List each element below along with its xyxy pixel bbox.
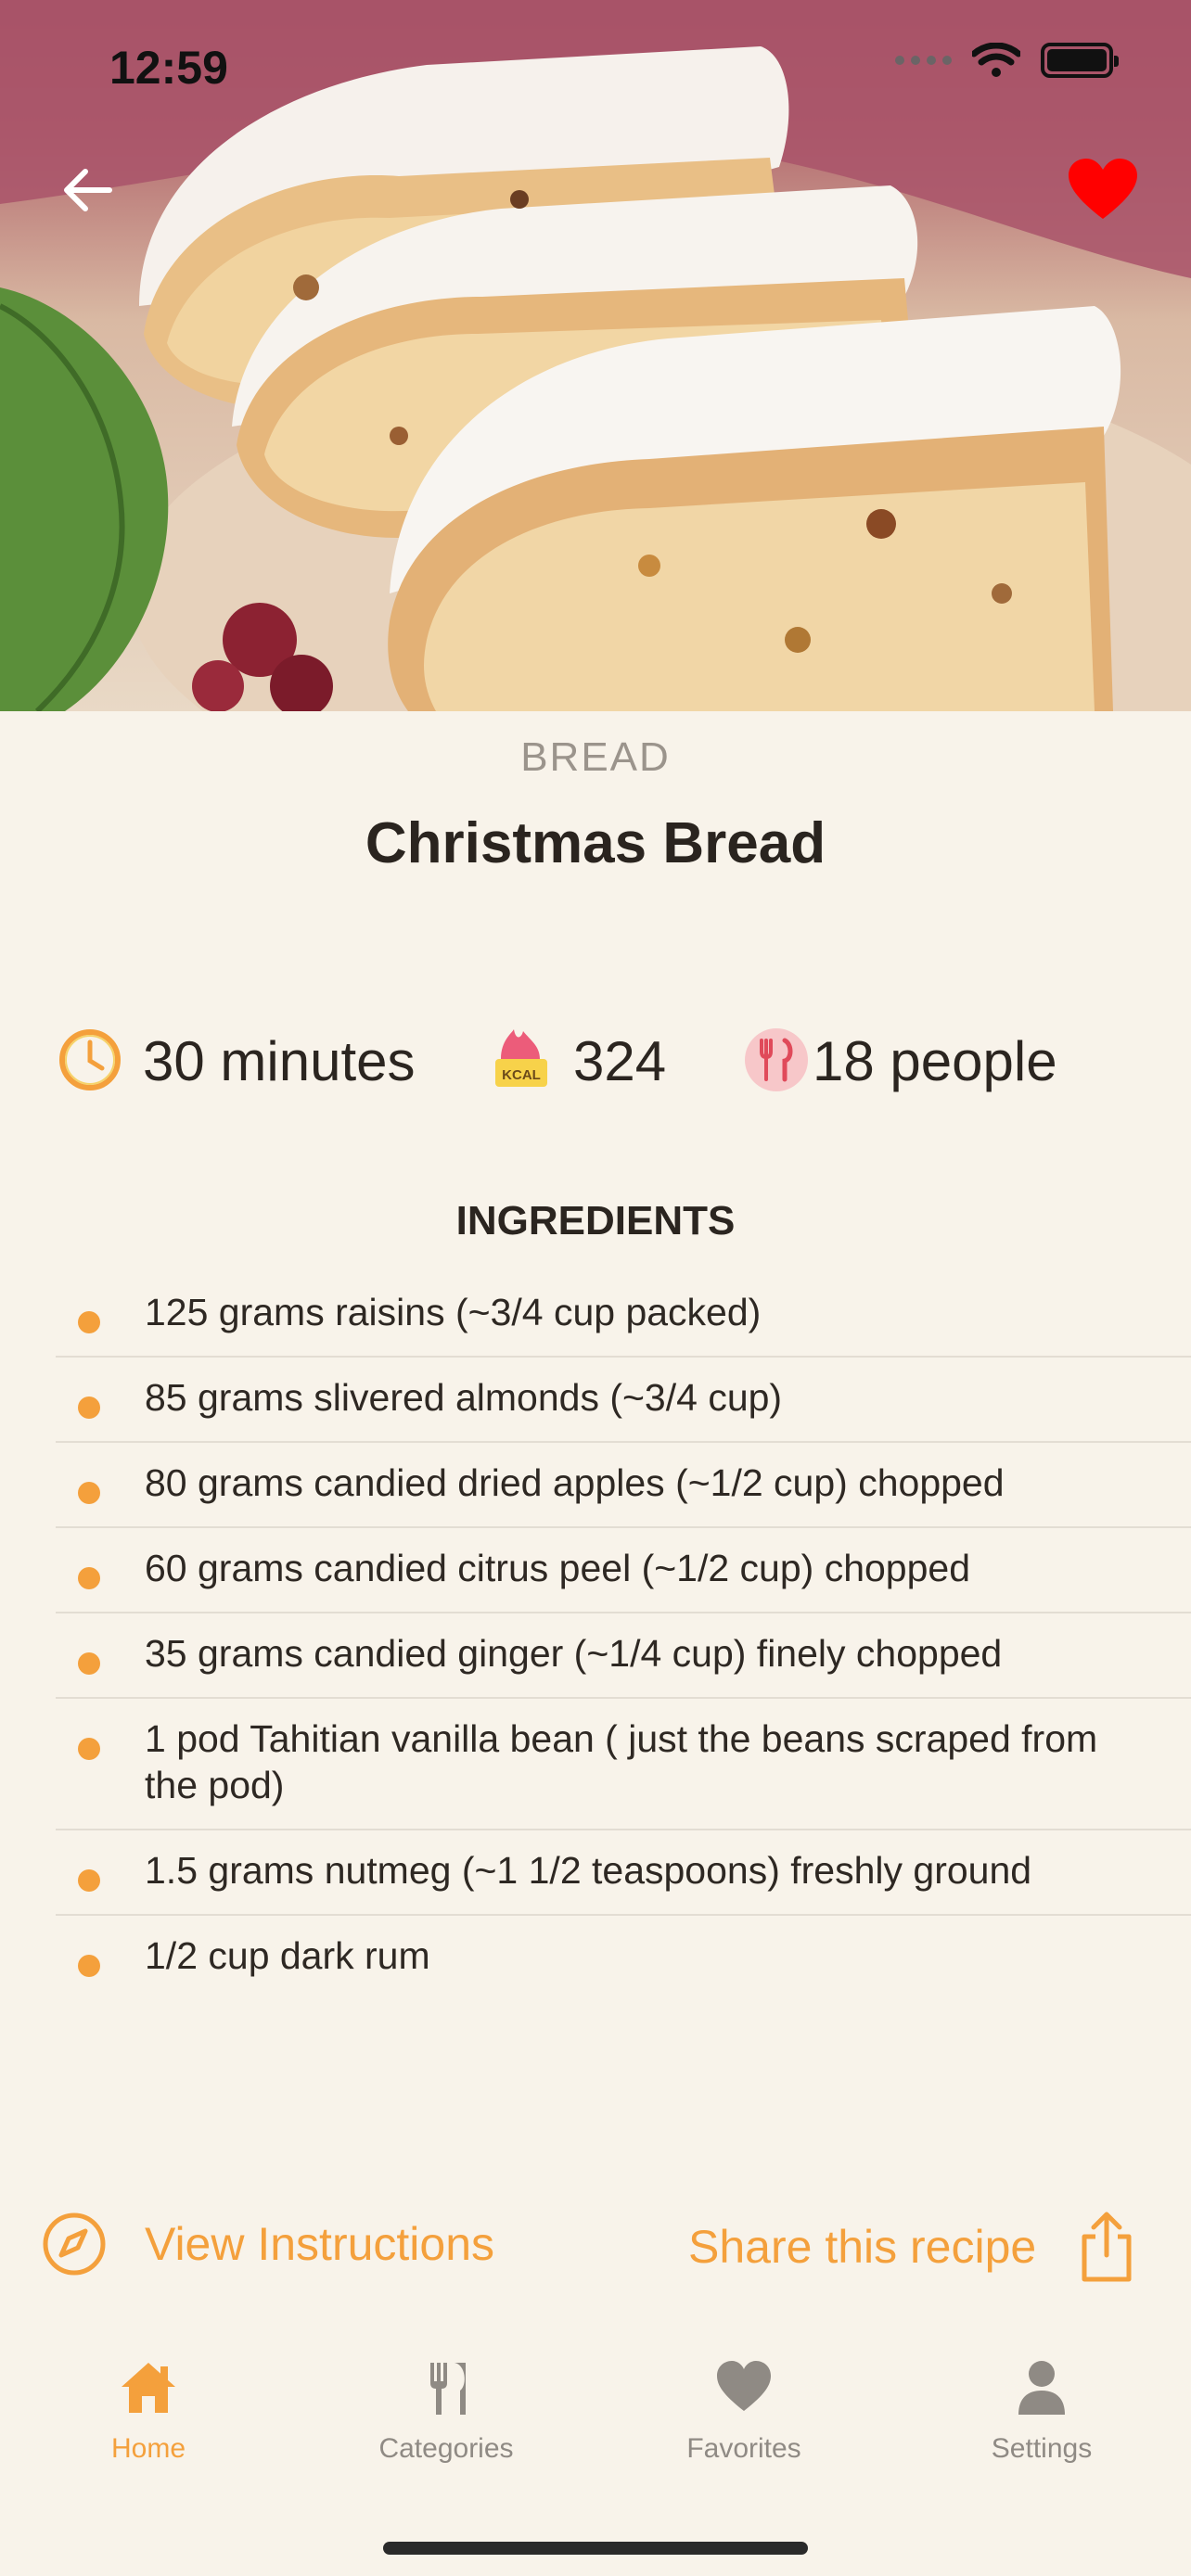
ingredient-item: 1/2 cup dark rum: [56, 1916, 1191, 1999]
kcal-badge-label: KCAL: [502, 1067, 541, 1083]
servings-icon: [745, 1028, 808, 1091]
status-indicators: [895, 43, 1119, 78]
share-recipe-label: Share this recipe: [688, 2221, 1037, 2273]
tab-home-label: Home: [110, 2433, 186, 2464]
servings-value: 18 people: [813, 1030, 1057, 1092]
view-instructions-button[interactable]: View Instructions: [41, 2211, 494, 2277]
tab-categories-label: Categories: [378, 2433, 514, 2464]
ingredients-header: INGREDIENTS: [455, 1198, 736, 1243]
recipe-actions: View Instructions Share this recipe: [0, 2211, 1191, 2294]
ingredient-text: 35 grams candied ginger (~1/4 cup) finel…: [145, 1632, 1003, 1675]
bullet-icon: [78, 1482, 100, 1504]
ingredient-item: 1 pod Tahitian vanilla bean ( just the b…: [56, 1699, 1191, 1830]
share-icon: [1082, 2212, 1132, 2282]
compass-icon: [43, 2213, 106, 2276]
tab-settings-label: Settings: [991, 2433, 1093, 2464]
person-icon: [1018, 2361, 1065, 2415]
ingredient-text: 1.5 grams nutmeg (~1 1/2 teaspoons) fres…: [145, 1849, 1032, 1892]
back-button[interactable]: [56, 158, 121, 223]
calories-icon: KCAL: [495, 1029, 547, 1087]
share-recipe-button[interactable]: Share this recipe: [688, 2211, 1136, 2283]
ingredient-text: 60 grams candied citrus peel (~1/2 cup) …: [145, 1547, 971, 1589]
wifi-icon: [972, 43, 1020, 77]
stollen-bread-illustration: [0, 0, 1191, 711]
bullet-icon: [78, 1869, 100, 1892]
bullet-icon: [78, 1567, 100, 1589]
tab-categories[interactable]: Categories: [353, 2355, 539, 2465]
home-icon: [122, 2363, 175, 2413]
cellular-signal-icon: [895, 56, 952, 65]
bullet-icon: [78, 1311, 100, 1333]
bullet-icon: [78, 1652, 100, 1675]
tab-bar: Home Categories Favorites Settings: [0, 2355, 1191, 2494]
ingredient-item: 125 grams raisins (~3/4 cup packed): [56, 1272, 1191, 1358]
tab-home[interactable]: Home: [56, 2355, 241, 2465]
favorite-button[interactable]: [1067, 158, 1139, 223]
bullet-icon: [78, 1738, 100, 1760]
ingredient-item: 35 grams candied ginger (~1/4 cup) finel…: [56, 1613, 1191, 1699]
ingredient-text: 1/2 cup dark rum: [145, 1934, 430, 1977]
tab-settings[interactable]: Settings: [949, 2355, 1134, 2465]
recipe-hero-image: 12:59: [0, 0, 1191, 711]
recipe-category: BREAD: [520, 734, 671, 780]
ingredient-item: 1.5 grams nutmeg (~1 1/2 teaspoons) fres…: [56, 1830, 1191, 1916]
status-time: 12:59: [109, 42, 228, 94]
recipe-title: Christmas Bread: [365, 811, 826, 875]
ingredient-text: 1 pod Tahitian vanilla bean ( just the b…: [145, 1717, 1098, 1806]
ingredient-text: 125 grams raisins (~3/4 cup packed): [145, 1291, 762, 1333]
ingredient-text: 80 grams candied dried apples (~1/2 cup)…: [145, 1461, 1005, 1504]
bullet-icon: [78, 1955, 100, 1977]
heart-filled-icon: [1069, 159, 1137, 219]
ingredient-item: 80 grams candied dried apples (~1/2 cup)…: [56, 1443, 1191, 1528]
clock-icon: [59, 1029, 121, 1090]
ingredient-item: 85 grams slivered almonds (~3/4 cup): [56, 1358, 1191, 1443]
ingredients-list: 125 grams raisins (~3/4 cup packed) 85 g…: [56, 1272, 1191, 1999]
tab-favorites[interactable]: Favorites: [651, 2355, 837, 2465]
ingredient-text: 85 grams slivered almonds (~3/4 cup): [145, 1376, 783, 1419]
heart-icon: [717, 2361, 771, 2411]
arrow-left-icon: [64, 169, 112, 211]
home-indicator[interactable]: [383, 2542, 808, 2555]
ingredient-item: 60 grams candied citrus peel (~1/2 cup) …: [56, 1528, 1191, 1613]
view-instructions-label: View Instructions: [145, 2218, 495, 2270]
bullet-icon: [78, 1396, 100, 1419]
tab-favorites-label: Favorites: [686, 2433, 801, 2464]
battery-icon: [1041, 43, 1119, 78]
recipe-stats: 30 minutes KCAL 324 18 people: [58, 1027, 1152, 1098]
calories-value: 324: [573, 1030, 667, 1092]
fork-knife-icon: [430, 2363, 466, 2415]
duration-value: 30 minutes: [143, 1030, 416, 1092]
